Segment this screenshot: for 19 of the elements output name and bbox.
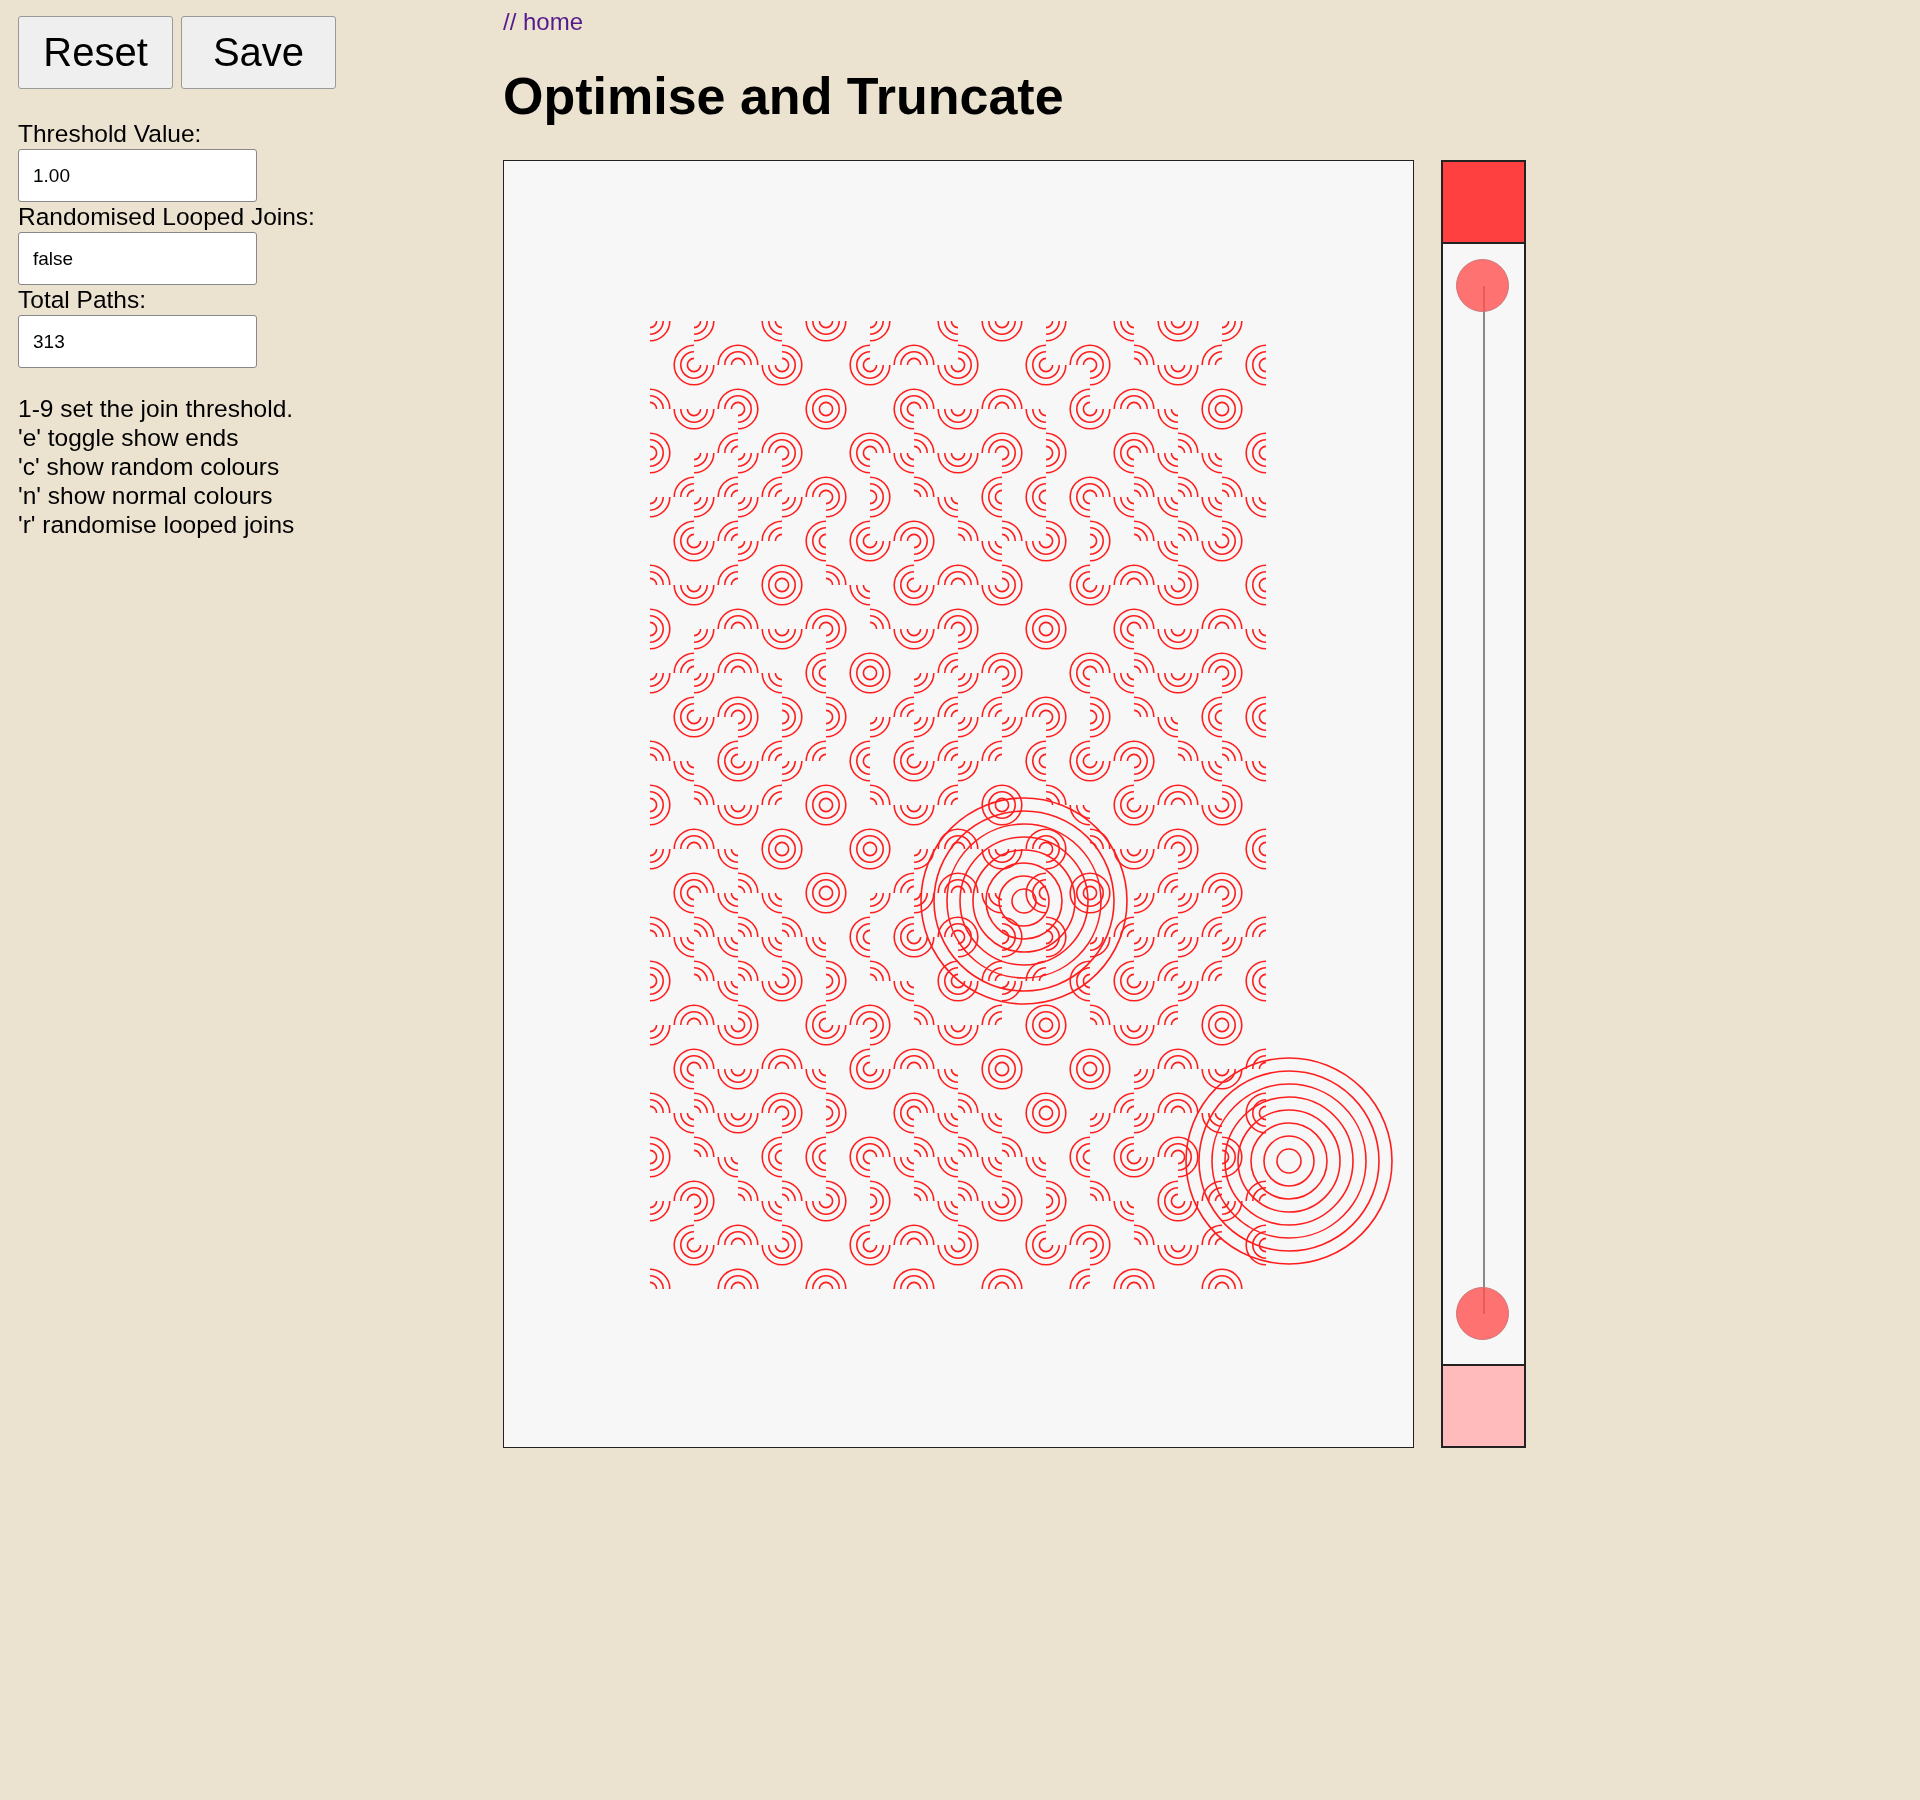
input-field[interactable]: false — [18, 232, 257, 285]
slider-handle[interactable] — [1456, 259, 1509, 313]
input-field[interactable]: 1.00 — [18, 149, 257, 202]
home-link[interactable]: // home — [503, 8, 584, 36]
field-label: Total Paths: — [18, 285, 147, 315]
field-label: Randomised Looped Joins: — [18, 202, 316, 232]
input-field[interactable]: 313 — [18, 315, 257, 368]
colour-swatch[interactable] — [1443, 1364, 1524, 1446]
colour-swatch[interactable] — [1443, 162, 1524, 244]
field-label: Threshold Value: — [18, 119, 203, 149]
reset-button[interactable]: Reset — [18, 16, 173, 89]
help-text: 'e' toggle show ends — [18, 423, 240, 452]
save-button[interactable]: Save — [181, 16, 336, 89]
help-text: 'r' randomise looped joins — [18, 510, 296, 539]
help-text: 1-9 set the join threshold. — [18, 394, 295, 423]
help-text: 'n' show normal colours — [18, 481, 274, 510]
help-text: 'c' show random colours — [18, 452, 281, 481]
page-title: Optimise and Truncate — [503, 66, 1065, 126]
slider-handle[interactable] — [1456, 1286, 1509, 1340]
